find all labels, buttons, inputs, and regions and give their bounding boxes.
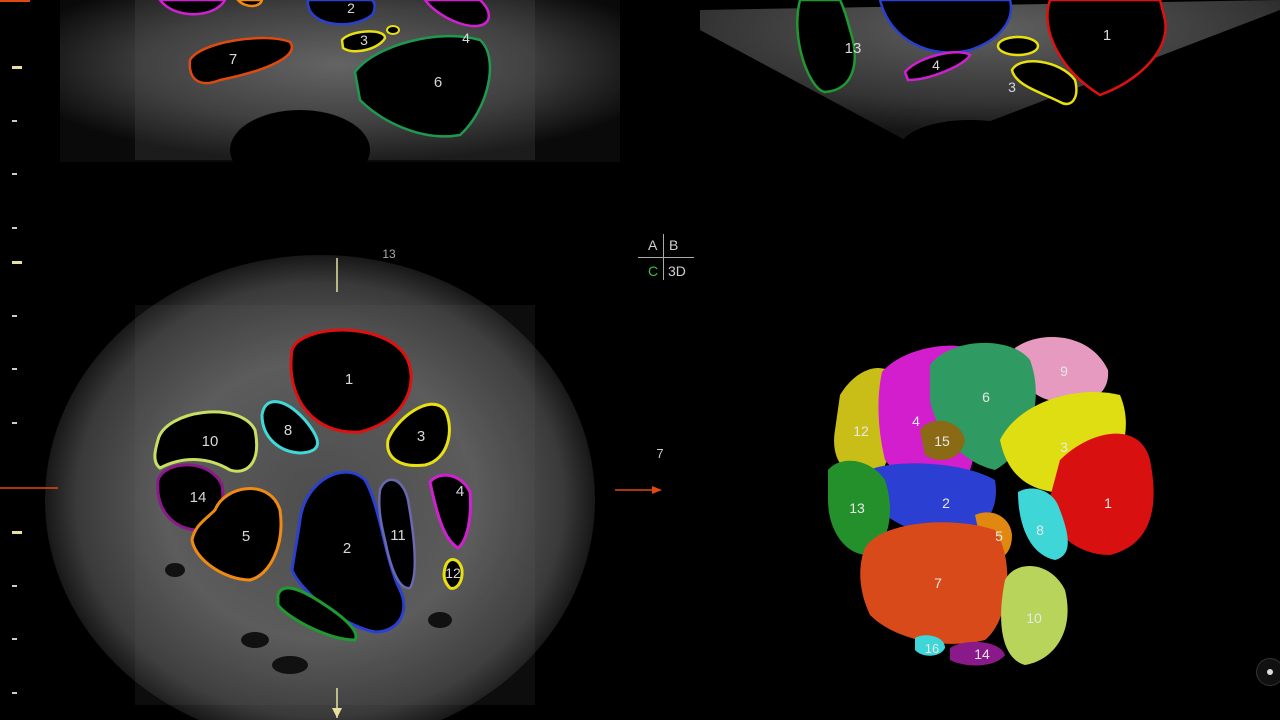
ultrasound-viewer: 2 3 4 6 7 5 1 13 4 3 — [0, 0, 1280, 720]
pane-c-label-5: 5 — [242, 528, 250, 545]
pane-a-label-4: 4 — [462, 30, 470, 46]
pane-b-label-13: 13 — [845, 40, 862, 57]
pane-c-label-11: 11 — [390, 527, 406, 544]
pane-a-label-6: 6 — [434, 74, 442, 91]
pane-c-label-10: 10 — [202, 433, 219, 450]
pane-c-label-14: 14 — [190, 489, 207, 506]
render-label-6: 6 — [982, 389, 990, 405]
render-label-14: 14 — [974, 646, 990, 662]
pane-c-label-4: 4 — [456, 483, 464, 500]
render-label-10: 10 — [1026, 610, 1042, 626]
pane-c-label-1: 1 — [345, 371, 353, 388]
pane-c-top-marker: 13 — [382, 247, 396, 261]
render-label-9: 9 — [1060, 363, 1068, 379]
quadrant-selector[interactable]: A B C 3D — [636, 232, 696, 284]
pane-b-label-4: 4 — [932, 57, 940, 73]
quadrant-3d-label[interactable]: 3D — [668, 263, 686, 279]
render-label-8: 8 — [1036, 522, 1044, 538]
depth-ruler — [0, 0, 40, 694]
pane-b-label-3: 3 — [1008, 79, 1016, 95]
pane-c-label-2: 2 — [343, 540, 351, 557]
render-label-12: 12 — [853, 423, 869, 439]
pane-a-label-3: 3 — [360, 32, 368, 48]
render-label-13: 13 — [849, 500, 865, 516]
quadrant-a-label[interactable]: A — [648, 237, 657, 253]
quadrant-b-label[interactable]: B — [669, 237, 678, 253]
pane-c-right-marker: 7 — [656, 446, 663, 461]
pane-c-ultrasound[interactable]: 1 10 8 3 14 4 5 2 11 12 13 7 — [40, 240, 680, 720]
cursor-icon[interactable] — [1256, 658, 1280, 686]
quadrant-c-label[interactable]: C — [648, 263, 658, 279]
follicle-3d-render[interactable]: 9 6 12 4 15 3 1 2 13 8 5 7 10 16 14 — [800, 320, 1180, 680]
render-label-3: 3 — [1060, 439, 1068, 455]
pane-c-label-8: 8 — [284, 422, 292, 439]
render-label-16: 16 — [925, 641, 939, 656]
pane-b-ultrasound[interactable]: 1 13 4 3 — [640, 0, 1280, 160]
render-label-1: 1 — [1104, 495, 1112, 511]
render-label-2: 2 — [942, 495, 950, 511]
render-label-15: 15 — [934, 433, 950, 449]
pane-b-label-1: 1 — [1103, 27, 1111, 44]
pane-a-ultrasound[interactable]: 2 3 4 6 7 5 — [0, 0, 640, 170]
pane-a-label-7: 7 — [229, 51, 237, 68]
render-label-7: 7 — [934, 575, 942, 591]
pane-c-label-12: 12 — [445, 565, 461, 581]
render-label-5: 5 — [995, 528, 1003, 544]
render-label-4: 4 — [912, 413, 920, 429]
pane-c-label-3: 3 — [417, 428, 425, 445]
pane-a-label-2: 2 — [347, 0, 355, 16]
